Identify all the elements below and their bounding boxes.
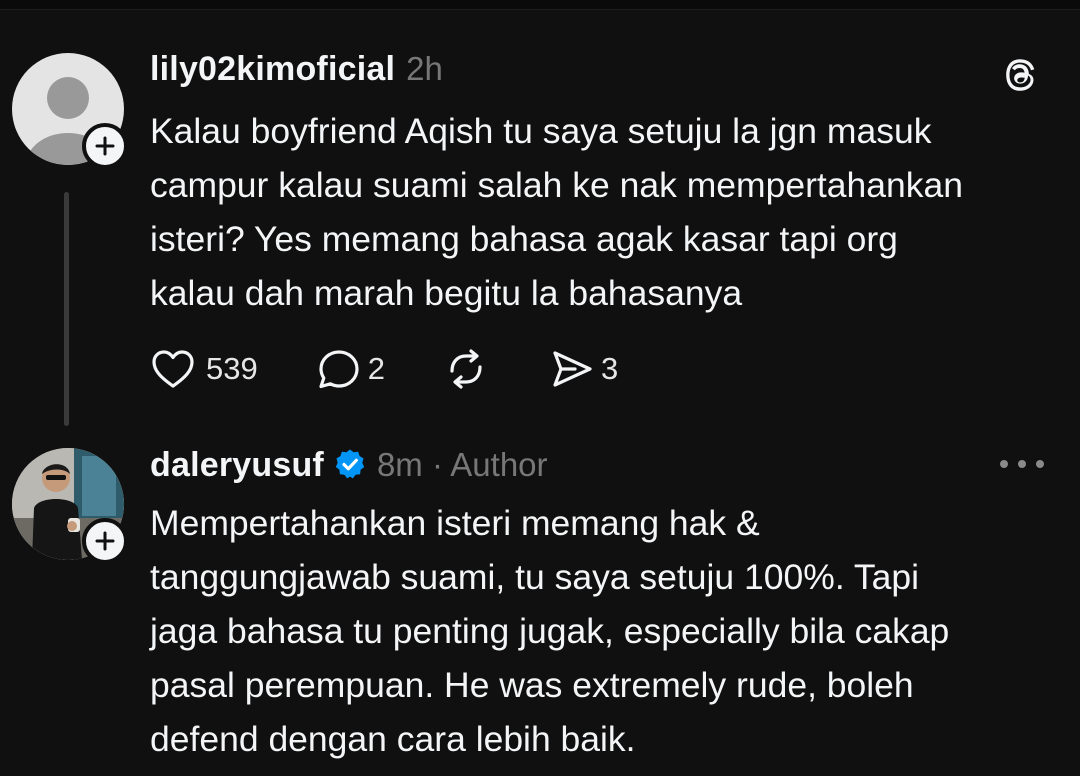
- reply-button[interactable]: 2: [316, 345, 385, 393]
- send-icon: [553, 351, 592, 387]
- threads-logo-icon: [1006, 59, 1035, 91]
- avatar-container[interactable]: [12, 53, 128, 169]
- dot: [1036, 460, 1044, 468]
- like-button[interactable]: 539: [150, 345, 258, 393]
- like-count: 539: [206, 351, 258, 386]
- follow-plus-button[interactable]: [82, 123, 128, 169]
- dot: [1000, 460, 1008, 468]
- plus-icon: [95, 136, 115, 156]
- post-time: 2h: [406, 50, 443, 87]
- post-text: Mempertahankan isteri memang hak & tangg…: [150, 503, 950, 759]
- thread-line: [64, 192, 69, 426]
- reply-count: 2: [367, 351, 385, 386]
- comment-icon: [319, 350, 359, 389]
- repost-icon: [450, 349, 482, 389]
- repost-button[interactable]: [443, 345, 489, 393]
- top-divider: [0, 0, 1080, 10]
- username[interactable]: lily02kimoficial: [150, 50, 395, 89]
- post-header: lily02kimoficial 2h: [150, 50, 443, 94]
- more-options-icon[interactable]: [1000, 456, 1044, 472]
- username[interactable]: daleryusuf: [150, 446, 324, 485]
- post-header: daleryusuf 8m · Author: [150, 444, 548, 488]
- verified-badge-icon: [335, 449, 365, 479]
- share-count: 3: [600, 351, 619, 386]
- plus-icon: [95, 531, 115, 551]
- action-bar: 539 2 3: [150, 345, 618, 393]
- post-time-author: 8m · Author: [376, 446, 548, 483]
- avatar-container[interactable]: [12, 448, 128, 564]
- follow-plus-button[interactable]: [82, 518, 128, 564]
- share-button[interactable]: 3: [549, 345, 618, 393]
- dot: [1018, 460, 1026, 468]
- heart-icon: [152, 350, 194, 388]
- post-text: Kalau boyfriend Aqish tu saya setuju la …: [150, 111, 963, 313]
